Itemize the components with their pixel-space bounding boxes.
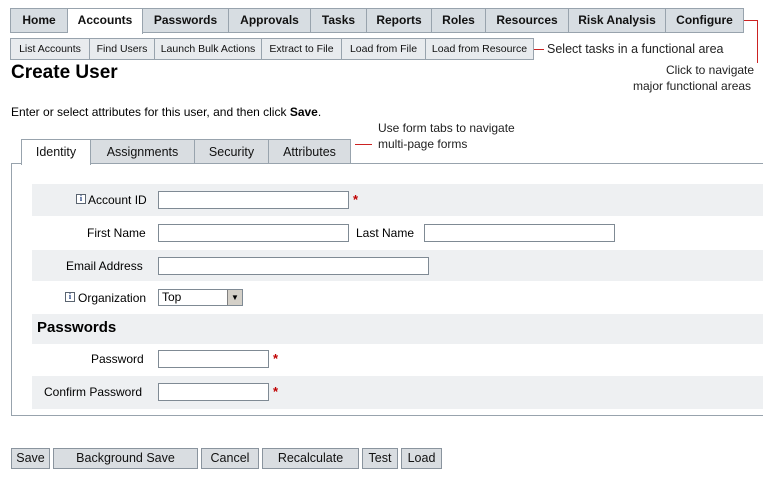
tab-home[interactable]: Home: [11, 9, 68, 32]
nav-callout-line: [744, 20, 757, 21]
tab-configure[interactable]: Configure: [666, 9, 743, 32]
confirm-password-label: Confirm Password: [44, 385, 143, 399]
last-name-input[interactable]: [424, 224, 615, 242]
password-label: Password: [91, 352, 144, 366]
required-marker: *: [353, 192, 359, 207]
required-marker: *: [273, 384, 279, 399]
tab-tasks[interactable]: Tasks: [311, 9, 367, 32]
organization-select[interactable]: Top ▼: [158, 289, 243, 306]
tab-roles[interactable]: Roles: [432, 9, 486, 32]
tab-reports[interactable]: Reports: [367, 9, 432, 32]
form-tab-attributes[interactable]: Attributes: [268, 139, 351, 164]
formtab-callout-text-1: Use form tabs to navigate: [378, 121, 515, 135]
main-nav: Home Accounts Passwords Approvals Tasks …: [10, 8, 744, 34]
form-tab-security[interactable]: Security: [194, 139, 269, 164]
organization-value: Top: [162, 290, 182, 304]
required-marker: *: [273, 351, 279, 366]
account-id-label: Account ID: [88, 193, 147, 207]
chevron-down-icon[interactable]: ▼: [227, 290, 242, 305]
background-save-button[interactable]: Background Save: [53, 448, 198, 469]
subnav-load-from-file[interactable]: Load from File: [342, 39, 426, 59]
page-instructions: Enter or select attributes for this user…: [11, 105, 322, 119]
subnav-launch-bulk-actions[interactable]: Launch Bulk Actions: [155, 39, 262, 59]
nav-callout-text-1: Click to navigate: [666, 63, 755, 77]
subnav-load-from-resource[interactable]: Load from Resource: [426, 39, 533, 59]
first-name-label: First Name: [87, 226, 146, 240]
subnav-callout-line: [534, 49, 544, 50]
email-input[interactable]: [158, 257, 429, 275]
nav-callout-line-vertical: [757, 20, 758, 63]
subnav-find-users[interactable]: Find Users: [90, 39, 155, 59]
row-shade: [32, 314, 763, 344]
form-tab-identity[interactable]: Identity: [21, 139, 91, 165]
sub-nav: List Accounts Find Users Launch Bulk Act…: [10, 38, 534, 60]
organization-label: Organization: [78, 291, 147, 305]
tab-accounts[interactable]: Accounts: [68, 9, 143, 34]
subnav-list-accounts[interactable]: List Accounts: [11, 39, 90, 59]
last-name-label: Last Name: [356, 226, 415, 240]
recalculate-button[interactable]: Recalculate: [262, 448, 359, 469]
first-name-input[interactable]: [158, 224, 349, 242]
test-button[interactable]: Test: [362, 448, 398, 469]
subnav-callout-text: Select tasks in a functional area: [547, 42, 724, 56]
cancel-button[interactable]: Cancel: [201, 448, 259, 469]
nav-callout-text-2: major functional areas: [633, 79, 752, 93]
tab-risk-analysis[interactable]: Risk Analysis: [569, 9, 666, 32]
form-tab-assignments[interactable]: Assignments: [90, 139, 195, 164]
page-title: Create User: [11, 62, 118, 83]
email-label: Email Address: [66, 259, 143, 273]
formtab-callout-line: [355, 144, 372, 145]
info-icon[interactable]: i: [65, 292, 75, 302]
account-id-input[interactable]: [158, 191, 349, 209]
tab-passwords[interactable]: Passwords: [143, 9, 229, 32]
tab-approvals[interactable]: Approvals: [229, 9, 311, 32]
info-icon[interactable]: i: [76, 194, 86, 204]
formtab-callout-text-2: multi-page forms: [378, 137, 468, 151]
subnav-extract-to-file[interactable]: Extract to File: [262, 39, 342, 59]
tab-resources[interactable]: Resources: [486, 9, 569, 32]
confirm-password-input[interactable]: [158, 383, 269, 401]
save-button[interactable]: Save: [11, 448, 50, 469]
passwords-heading: Passwords: [37, 319, 117, 336]
load-button[interactable]: Load: [401, 448, 442, 469]
password-input[interactable]: [158, 350, 269, 368]
